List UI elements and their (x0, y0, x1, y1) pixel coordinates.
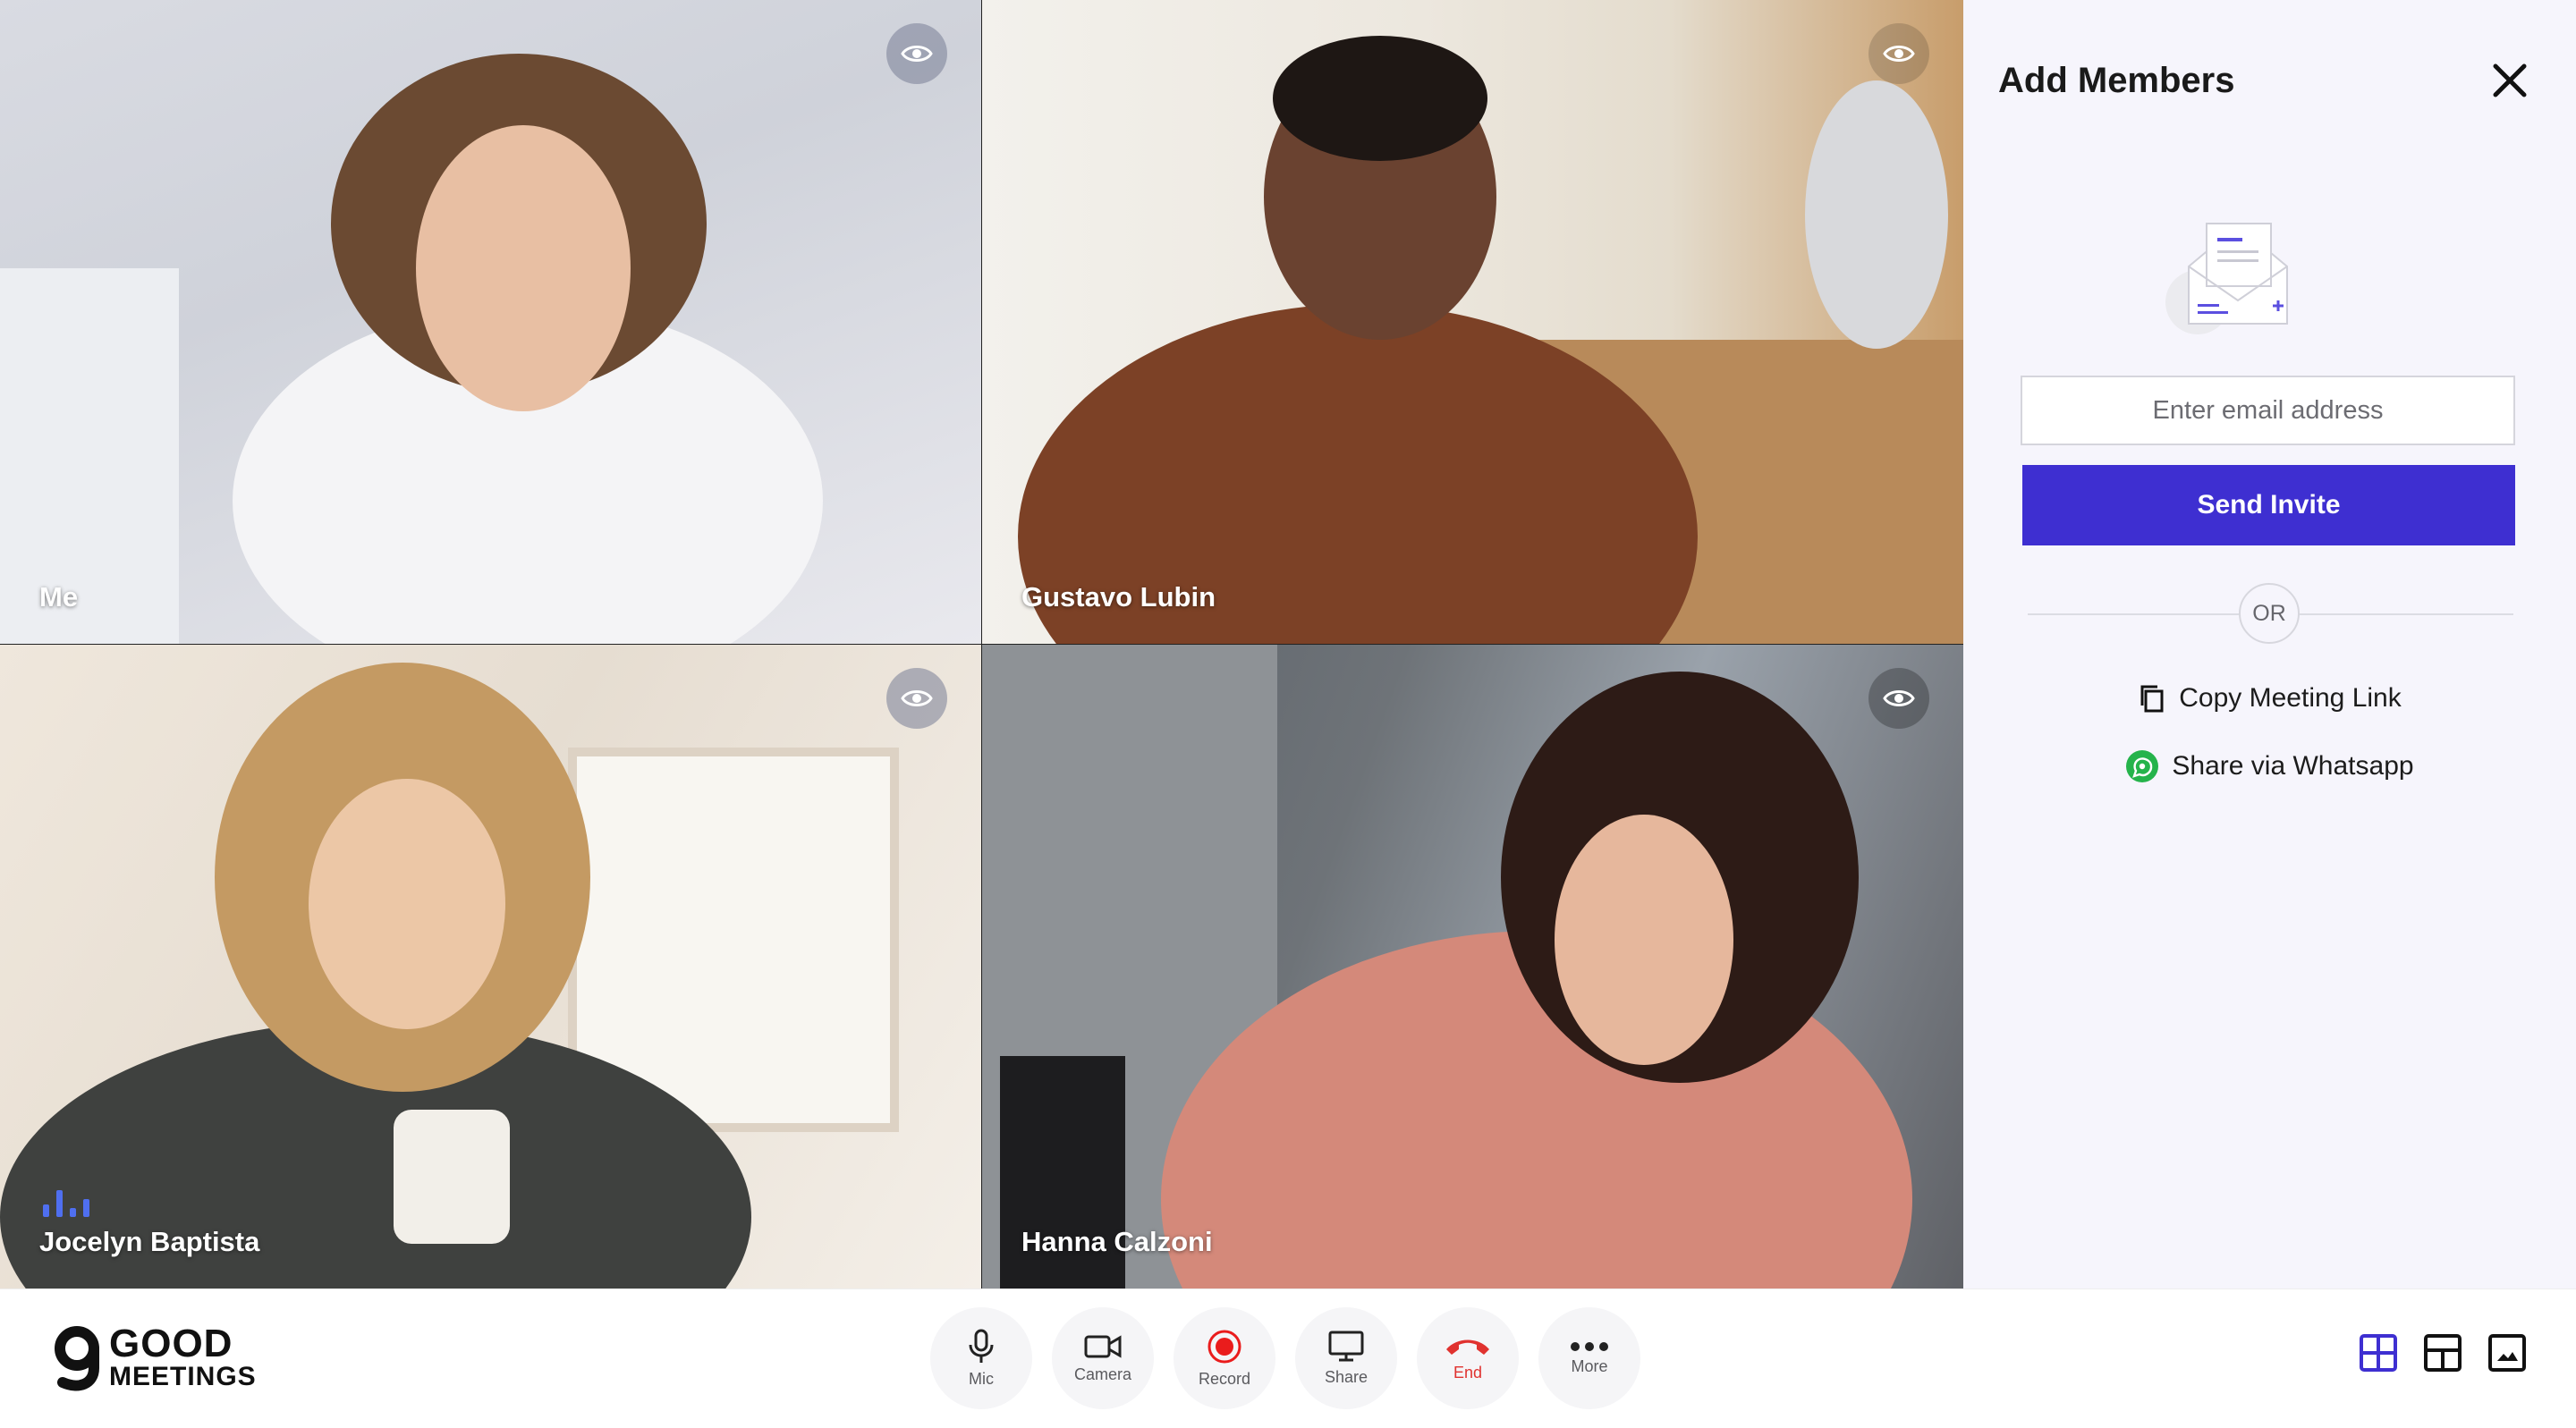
participant-figure (0, 663, 899, 1289)
video-grid: Me Gustavo Lubin Jocelyn Baptista Hanna … (0, 0, 1963, 1289)
share-whatsapp-button[interactable]: Share via Whatsapp (1963, 749, 2576, 783)
visibility-toggle-button[interactable] (886, 23, 947, 84)
participant-name: Hanna Calzoni (1021, 1226, 1213, 1257)
participant-video (0, 645, 981, 1289)
camera-icon (1084, 1334, 1122, 1358)
end-label: End (1453, 1363, 1483, 1382)
visibility-toggle-button[interactable] (1868, 668, 1929, 729)
eye-icon (1883, 46, 1915, 62)
copy-icon (2140, 685, 2164, 713)
video-tile-me[interactable]: Me (0, 0, 981, 644)
brand-line2: MEETINGS (109, 1362, 257, 1391)
close-button[interactable] (2488, 59, 2531, 102)
phone-hangup-icon (1446, 1339, 1489, 1355)
email-input[interactable] (2021, 376, 2515, 445)
video-tile-jocelyn[interactable]: Jocelyn Baptista (0, 645, 981, 1289)
grid-layout-icon (2360, 1334, 2397, 1372)
grid-layout-button[interactable] (2360, 1334, 2397, 1372)
monitor-icon (1328, 1331, 1364, 1361)
split-layout-icon (2424, 1334, 2462, 1372)
camera-label: Camera (1073, 1365, 1132, 1383)
record-icon (1208, 1330, 1241, 1363)
more-label: More (1571, 1356, 1608, 1375)
participant-name: Me (39, 581, 79, 613)
video-tile-gustavo[interactable]: Gustavo Lubin (982, 0, 1963, 644)
split-layout-button[interactable] (2424, 1334, 2462, 1372)
participant-figure (1018, 36, 1963, 644)
panel-title: Add Members (1998, 61, 2235, 100)
close-icon (2493, 63, 2527, 97)
send-invite-button[interactable]: Send Invite (2022, 465, 2515, 545)
focus-layout-icon (2488, 1334, 2526, 1372)
copy-link-label: Copy Meeting Link (2179, 683, 2402, 713)
camera-button[interactable]: Camera (1052, 1307, 1154, 1409)
mic-button[interactable]: Mic (930, 1307, 1032, 1409)
call-controls: Mic Camera Record Share End More (930, 1307, 1640, 1409)
copy-meeting-link-button[interactable]: Copy Meeting Link (1963, 683, 2576, 714)
share-screen-button[interactable]: Share (1295, 1307, 1397, 1409)
envelope-icon (2165, 223, 2288, 334)
video-tile-hanna[interactable]: Hanna Calzoni (982, 645, 1963, 1289)
participant-name: Jocelyn Baptista (39, 1226, 260, 1257)
record-label: Record (1198, 1369, 1251, 1388)
eye-icon (901, 690, 933, 706)
more-dots-icon (1571, 1341, 1608, 1351)
participant-figure (0, 54, 823, 644)
add-members-panel: Add Members Send Invite OR Copy Meeting … (1963, 0, 2576, 1289)
participant-video (982, 645, 1963, 1289)
record-button[interactable]: Record (1174, 1307, 1275, 1409)
whatsapp-icon (2126, 750, 2159, 782)
layout-switcher (2360, 1334, 2526, 1372)
more-options-button[interactable]: More (1538, 1307, 1640, 1409)
brand-wordmark: GOOD MEETINGS (109, 1324, 257, 1390)
participant-name: Gustavo Lubin (1021, 581, 1216, 613)
mic-icon (969, 1329, 994, 1363)
meeting-toolbar: GOOD MEETINGS Mic Camera Record Share En… (0, 1289, 2576, 1428)
speaking-indicator-icon (43, 1190, 89, 1217)
brand-logo: GOOD MEETINGS (52, 1323, 257, 1391)
end-call-button[interactable]: End (1417, 1307, 1519, 1409)
or-separator: OR (2239, 583, 2300, 644)
eye-icon (901, 46, 933, 62)
participant-figure (982, 645, 1912, 1289)
participant-video (0, 0, 981, 644)
eye-icon (1883, 690, 1915, 706)
whatsapp-label: Share via Whatsapp (2172, 751, 2414, 781)
visibility-toggle-button[interactable] (1868, 23, 1929, 84)
focus-layout-button[interactable] (2488, 1334, 2526, 1372)
participant-video (982, 0, 1963, 644)
share-label: Share (1324, 1367, 1368, 1386)
logo-g-icon (55, 1326, 99, 1391)
visibility-toggle-button[interactable] (886, 668, 947, 729)
envelope-illustration (2162, 211, 2314, 336)
mic-label: Mic (969, 1369, 994, 1388)
brand-line1: GOOD (109, 1322, 233, 1365)
